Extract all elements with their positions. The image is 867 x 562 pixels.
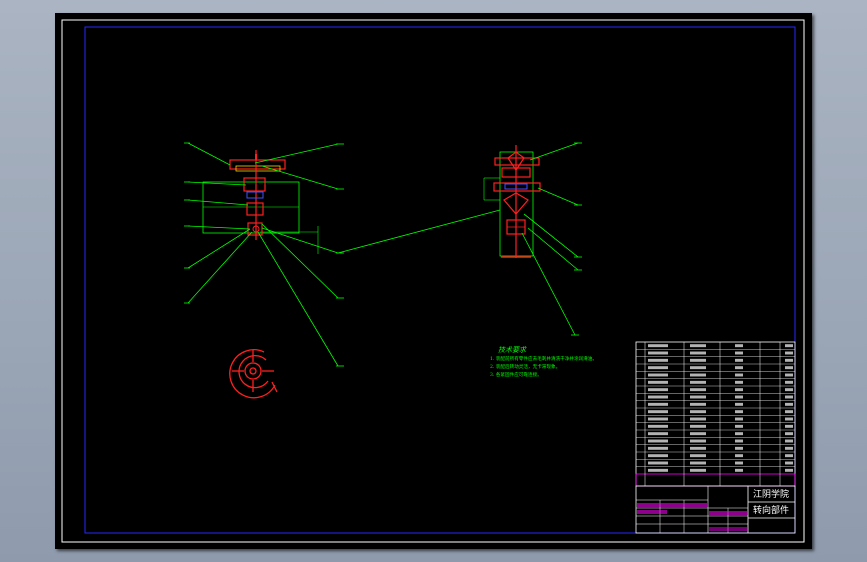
- parts-table-cell-mark: [690, 388, 706, 392]
- parts-table-cell-mark: [690, 454, 706, 458]
- parts-table-cell-mark: [785, 446, 793, 450]
- parts-table-cell-mark: [785, 410, 793, 414]
- parts-table-cell-mark: [690, 373, 706, 377]
- front-view-leader-ticks: [184, 142, 344, 367]
- cad-drawing: 技术要求 1. 装配前所有零件应去毛刺并清洗干净并涂润滑油。 2. 装配后转动灵…: [61, 19, 805, 543]
- title-block-school: 江阴学院: [753, 488, 789, 500]
- parts-table-cell-mark: [648, 439, 668, 443]
- parts-table-cell-mark: [648, 373, 668, 377]
- parts-table-cell-mark: [785, 424, 793, 428]
- parts-table-cell-mark: [690, 417, 706, 421]
- parts-table-cell-mark: [785, 439, 793, 443]
- parts-table-cell-mark: [735, 432, 743, 436]
- parts-table-cell-mark: [648, 468, 668, 472]
- parts-table-cell-mark: [648, 461, 668, 465]
- parts-table-cell-mark: [785, 454, 793, 458]
- parts-table-cell-mark: [690, 432, 706, 436]
- parts-table-cell-mark: [690, 402, 706, 406]
- tech-note-line-3: 3. 各紧固件应可靠连接。: [490, 371, 542, 378]
- parts-table-cell-mark: [648, 410, 668, 414]
- parts-table-cell-mark: [785, 366, 793, 370]
- parts-table-cell-mark: [690, 351, 706, 355]
- parts-table-cell-mark: [785, 402, 793, 406]
- tech-note-line-2: 2. 装配后转动灵活，无卡滞现象。: [490, 363, 560, 370]
- parts-table-cell-mark: [690, 446, 706, 450]
- parts-table-cell-mark: [735, 454, 743, 458]
- parts-table-cell-mark: [735, 410, 743, 414]
- parts-table-cell-mark: [785, 468, 793, 472]
- parts-table-cell-mark: [648, 366, 668, 370]
- parts-list-table: [635, 341, 796, 487]
- parts-table-cell-mark: [648, 417, 668, 421]
- parts-table-cell-mark: [648, 395, 668, 399]
- parts-table-cell-mark: [735, 461, 743, 465]
- parts-table-cell-mark: [785, 344, 793, 348]
- parts-table-cell-mark: [648, 351, 668, 355]
- parts-table-cell-mark: [735, 402, 743, 406]
- parts-table-cell-mark: [690, 344, 706, 348]
- parts-table-cell-mark: [785, 380, 793, 384]
- parts-table-cell-mark: [785, 388, 793, 392]
- title-block: 江阴学院 转向部件: [635, 485, 796, 534]
- parts-table-cell-mark: [648, 380, 668, 384]
- tech-note-line-1: 1. 装配前所有零件应去毛刺并清洗干净并涂润滑油。: [490, 355, 597, 362]
- circular-detail-view: [229, 349, 278, 399]
- parts-table-cell-mark: [648, 358, 668, 362]
- parts-table-cell-mark: [785, 351, 793, 355]
- parts-table-cell-mark: [735, 417, 743, 421]
- parts-table-cell-mark: [648, 446, 668, 450]
- parts-table-cell-mark: [785, 395, 793, 399]
- parts-table-cell-mark: [735, 358, 743, 362]
- parts-table-cell-mark: [785, 358, 793, 362]
- parts-table-cell-mark: [785, 417, 793, 421]
- parts-table-cell-mark: [735, 388, 743, 392]
- parts-table-cell-mark: [690, 395, 706, 399]
- parts-table-cell-mark: [690, 468, 706, 472]
- side-view: [483, 145, 541, 258]
- tech-notes-title: 技术要求: [498, 346, 527, 354]
- parts-table-cell-mark: [735, 380, 743, 384]
- parts-table-cell-mark: [690, 358, 706, 362]
- parts-table-cell-mark: [735, 468, 743, 472]
- parts-table-cell-mark: [648, 402, 668, 406]
- parts-table-cell-mark: [648, 344, 668, 348]
- parts-table-cell-mark: [735, 424, 743, 428]
- parts-table-cell-mark: [690, 461, 706, 465]
- parts-table-cell-mark: [735, 351, 743, 355]
- parts-table-cell-mark: [648, 424, 668, 428]
- title-block-drawing-name: 转向部件: [753, 504, 789, 516]
- parts-table-cell-mark: [690, 380, 706, 384]
- parts-table-cell-mark: [735, 366, 743, 370]
- parts-table-cell-mark: [690, 366, 706, 370]
- parts-table-cell-mark: [735, 446, 743, 450]
- inner-border: [84, 26, 796, 534]
- parts-table-cell-mark: [690, 439, 706, 443]
- front-view-leaders: [187, 142, 501, 367]
- front-view: [202, 150, 319, 254]
- parts-table-cell-mark: [735, 439, 743, 443]
- parts-table-cell-mark: [735, 395, 743, 399]
- parts-table-cell-mark: [648, 432, 668, 436]
- parts-table-cell-mark: [735, 373, 743, 377]
- parts-table-cell-mark: [690, 424, 706, 428]
- tech-notes: 技术要求 1. 装配前所有零件应去毛刺并清洗干净并涂润滑油。 2. 装配后转动灵…: [490, 346, 597, 378]
- parts-table-cell-mark: [785, 373, 793, 377]
- parts-table-cell-mark: [735, 344, 743, 348]
- parts-table-cell-mark: [690, 410, 706, 414]
- drawing-sheet: 技术要求 1. 装配前所有零件应去毛刺并清洗干净并涂润滑油。 2. 装配后转动灵…: [55, 13, 812, 549]
- parts-table-cell-mark: [785, 432, 793, 436]
- parts-table-cell-mark: [648, 454, 668, 458]
- parts-table-cell-mark: [648, 388, 668, 392]
- side-view-leader-ticks: [571, 142, 582, 336]
- parts-table-cell-mark: [785, 461, 793, 465]
